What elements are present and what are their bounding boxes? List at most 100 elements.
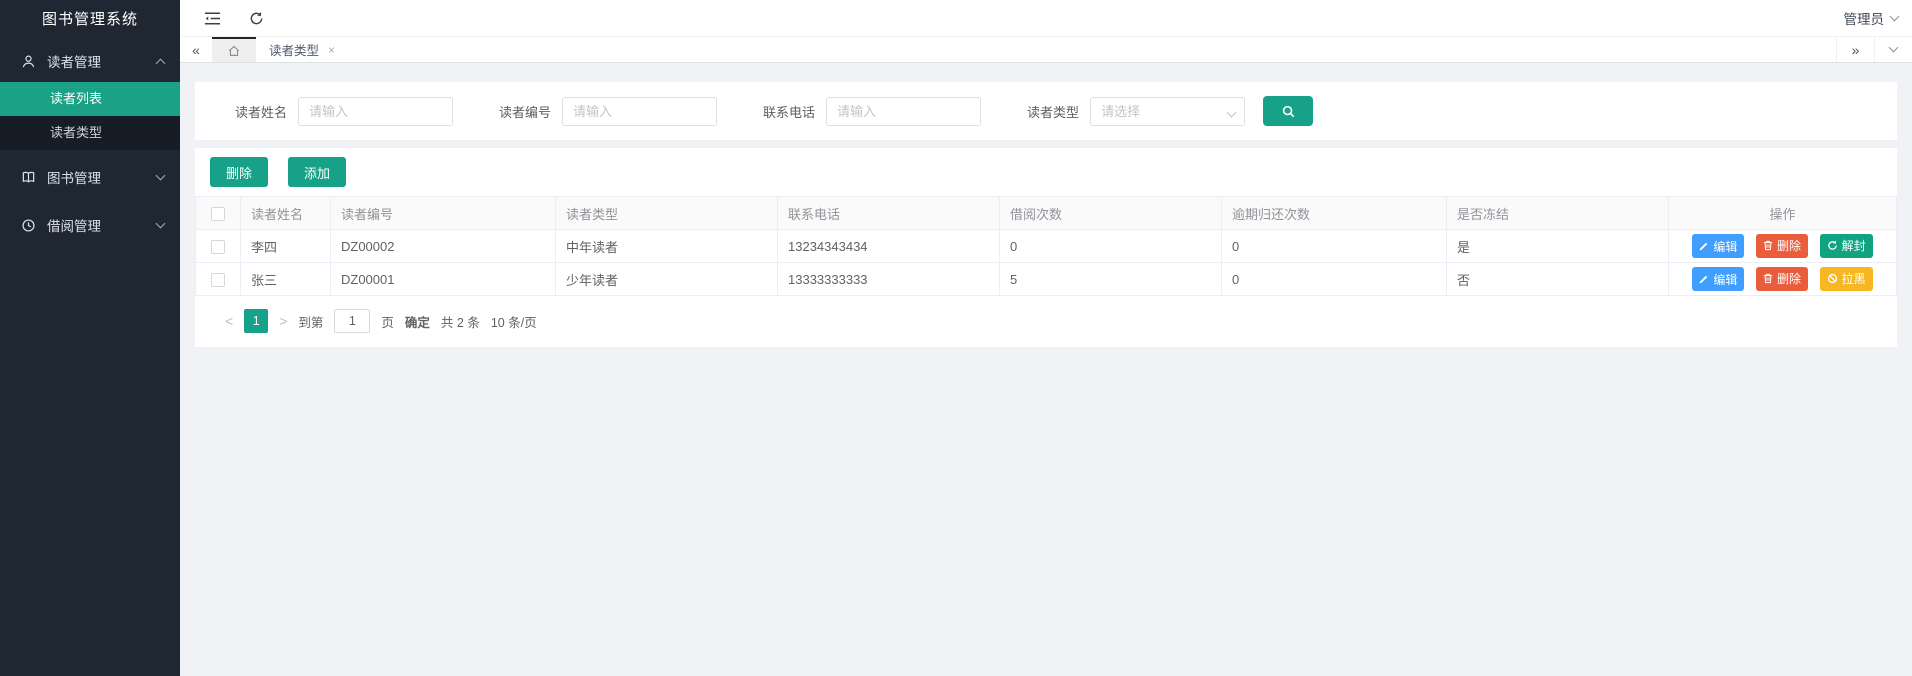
delete-button[interactable]: 删除 [210, 157, 269, 187]
top-bar: 管理员 [180, 0, 1912, 37]
cell-reader-code: DZ00001 [330, 262, 556, 296]
cell-reader-name: 张三 [240, 262, 331, 296]
table-row: 张三 DZ00001 少年读者 13333333333 5 0 否 编辑 删除 … [195, 262, 1897, 296]
table-row: 李四 DZ00002 中年读者 13234343434 0 0 是 编辑 删除 … [195, 229, 1897, 263]
edit-button[interactable]: 编辑 [1692, 267, 1745, 292]
admin-label: 管理员 [1843, 12, 1885, 27]
search-button[interactable] [1263, 96, 1314, 126]
home-icon [228, 45, 240, 56]
refresh-icon [1827, 241, 1837, 250]
unfreeze-button[interactable]: 解封 [1819, 233, 1873, 258]
column-header: 借阅次数 [999, 196, 1222, 230]
column-header: 逾期归还次数 [1221, 196, 1447, 230]
cell-borrow-count: 0 [999, 229, 1222, 263]
sidebar-item-borrow-management[interactable]: 借阅管理 [0, 204, 180, 246]
chevron-down-icon [155, 218, 166, 229]
edit-button[interactable]: 编辑 [1692, 234, 1745, 259]
sidebar-item-label: 借阅管理 [47, 219, 101, 234]
row-checkbox[interactable] [211, 272, 225, 287]
pencil-icon [1700, 243, 1708, 251]
refresh-icon[interactable] [246, 8, 266, 28]
cell-overdue-count: 0 [1221, 262, 1447, 296]
column-header: 联系电话 [777, 196, 1000, 230]
cell-overdue-count: 0 [1221, 229, 1447, 263]
add-button[interactable]: 添加 [288, 157, 347, 187]
column-header: 读者姓名 [240, 196, 331, 230]
row-checkbox[interactable] [211, 239, 225, 254]
fold-menu-icon[interactable] [202, 8, 222, 28]
column-header: 读者类型 [555, 196, 778, 230]
next-page-icon[interactable]: > [279, 314, 287, 328]
cell-reader-type: 中年读者 [555, 229, 778, 263]
delete-row-button[interactable]: 删除 [1755, 233, 1808, 258]
cell-reader-name: 李四 [240, 229, 331, 263]
reader-submenu: 读者列表 读者类型 [0, 82, 180, 150]
pencil-icon [1700, 276, 1708, 284]
pagination: < 1 > 到第 页 确定 共 2 条 10 条/页 [225, 309, 1897, 333]
blacklist-button[interactable]: 拉黑 [1819, 266, 1873, 291]
ban-icon [1827, 274, 1837, 284]
close-icon[interactable]: × [328, 44, 335, 56]
prev-page-icon[interactable]: < [225, 314, 233, 328]
table-card: 删除 添加 读者姓名 读者编号 读者类型 联系电话 借阅次数 逾期归还次数 是否… [195, 148, 1897, 347]
tabs-scroll-left-icon[interactable]: « [180, 37, 212, 62]
chevron-down-icon [1889, 11, 1900, 21]
search-icon [1282, 105, 1294, 117]
cell-phone: 13234343434 [777, 229, 1000, 263]
home-tab[interactable] [212, 37, 256, 62]
field-reader-type: 读者类型 [1027, 96, 1246, 126]
tab-reader-type[interactable]: 读者类型 × [256, 37, 349, 62]
app-title: 图书管理系统 [41, 11, 138, 28]
readers-table: 读者姓名 读者编号 读者类型 联系电话 借阅次数 逾期归还次数 是否冻结 操作 … [195, 196, 1897, 296]
cell-frozen: 否 [1446, 262, 1669, 296]
chevron-up-icon [155, 58, 166, 68]
sidebar-item-label: 图书管理 [47, 171, 101, 186]
cell-borrow-count: 5 [999, 262, 1222, 296]
tab-label: 读者类型 [269, 44, 320, 58]
main-content: 读者姓名 读者编号 联系电话 读者类型 删除 添加 [180, 63, 1912, 676]
chevron-down-icon [155, 170, 166, 181]
field-reader-name: 读者姓名 [235, 96, 454, 126]
clock-icon [20, 217, 36, 233]
goto-confirm-button[interactable]: 确定 [405, 312, 430, 331]
table-header-row: 读者姓名 读者编号 读者类型 联系电话 借阅次数 逾期归还次数 是否冻结 操作 [195, 196, 1897, 230]
user-icon [20, 53, 36, 69]
cell-reader-type: 少年读者 [555, 262, 778, 296]
field-label: 读者姓名 [235, 104, 288, 120]
tabs-scroll-right-icon[interactable]: » [1836, 37, 1874, 62]
goto-prefix: 到第 [298, 315, 324, 330]
sidebar-item-book-management[interactable]: 图书管理 [0, 156, 180, 198]
field-label: 联系电话 [763, 104, 816, 120]
delete-row-button[interactable]: 删除 [1755, 266, 1808, 291]
tabs-menu-icon[interactable] [1874, 37, 1912, 62]
phone-input[interactable] [826, 96, 982, 126]
select-all-checkbox[interactable] [211, 206, 225, 221]
admin-dropdown[interactable]: 管理员 [1843, 8, 1900, 28]
field-phone: 联系电话 [763, 96, 982, 126]
trash-icon [1763, 241, 1773, 251]
column-header: 是否冻结 [1446, 196, 1669, 230]
sidebar-item-reader-type[interactable]: 读者类型 [0, 116, 180, 150]
goto-suffix: 页 [381, 315, 394, 330]
book-icon [20, 169, 36, 185]
cell-frozen: 是 [1446, 229, 1669, 263]
column-header: 操作 [1668, 196, 1897, 230]
field-reader-code: 读者编号 [499, 96, 718, 126]
reader-code-input[interactable] [562, 96, 718, 126]
sidebar-item-reader-management[interactable]: 读者管理 [0, 40, 180, 82]
field-label: 读者编号 [499, 104, 552, 120]
cell-reader-code: DZ00002 [330, 229, 556, 263]
search-form: 读者姓名 读者编号 联系电话 读者类型 [195, 82, 1897, 140]
reader-type-select[interactable] [1090, 96, 1246, 126]
goto-page-input[interactable] [334, 309, 371, 333]
sidebar-item-label: 读者管理 [47, 55, 101, 70]
table-toolbar: 删除 添加 [195, 148, 1897, 196]
total-count: 共 2 条 [440, 315, 480, 330]
page-number-active[interactable]: 1 [244, 309, 269, 333]
sidebar: 图书管理系统 读者管理 读者列表 读者类型 图书管理 借阅管理 [0, 0, 180, 676]
page-size-dropdown[interactable]: 10 条/页 [491, 312, 537, 331]
column-header: 读者编号 [330, 196, 556, 230]
tab-bar: « 读者类型 × » [180, 37, 1912, 63]
reader-name-input[interactable] [298, 96, 454, 126]
sidebar-item-reader-list[interactable]: 读者列表 [0, 82, 180, 116]
